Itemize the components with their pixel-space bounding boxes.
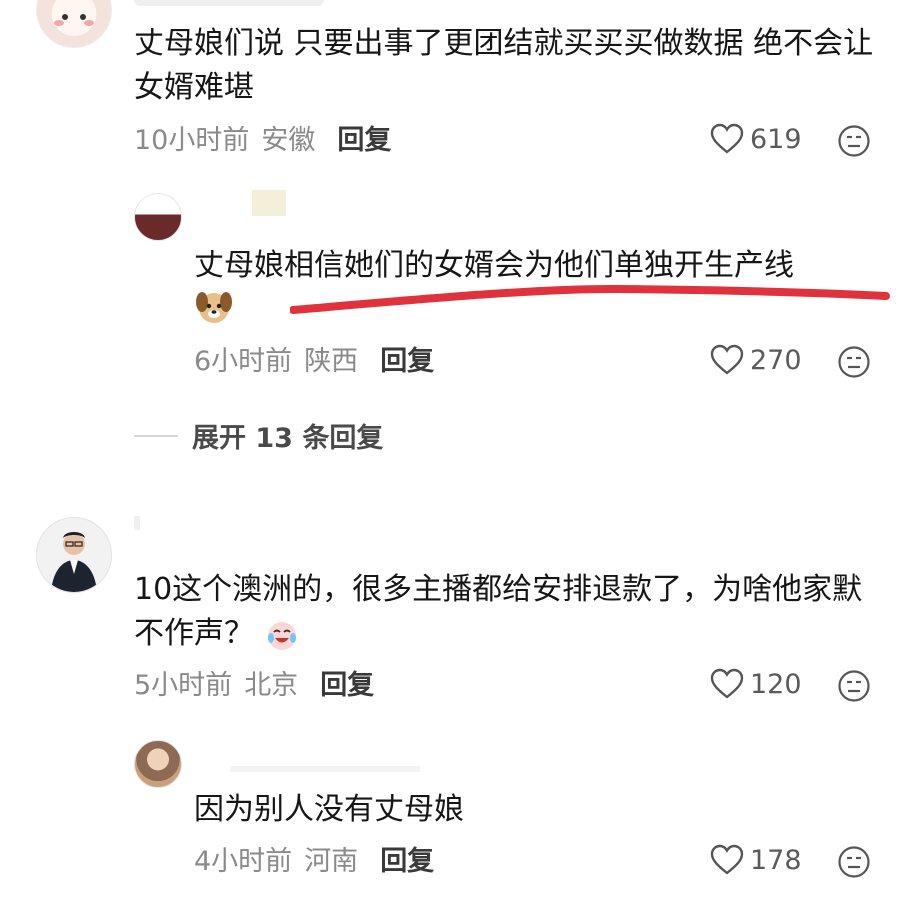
heart-icon [710, 344, 744, 375]
avatar-face-icon [54, 14, 94, 26]
avatar[interactable] [36, 0, 112, 48]
like-count: 120 [750, 668, 802, 700]
heart-icon [710, 668, 744, 699]
person-avatar-icon [51, 532, 97, 592]
comment-location: 安徽 [261, 125, 316, 156]
reply-text-content: 丈母娘相信她们的女婿会为他们单独开生产线 [194, 248, 794, 283]
reply-time: 4小时前 [194, 846, 293, 877]
reply-meta: 4小时前 河南 回复 [194, 844, 434, 880]
comment-time: 5小时前 [134, 670, 233, 701]
crying-laughing-emoji [267, 621, 296, 650]
divider-line [134, 434, 178, 437]
avatar[interactable] [36, 517, 112, 593]
comment-text-content: 10这个澳洲的，很多主播都给安排退款了，为啥他家默不作声？ [134, 572, 863, 651]
heart-icon [710, 123, 744, 154]
dislike-face-icon[interactable] [837, 669, 871, 703]
dislike-face-icon[interactable] [837, 345, 871, 379]
like-button[interactable]: 120 [710, 668, 802, 700]
comment-meta: 10小时前 安徽 回复 [134, 123, 391, 159]
dog-face-emoji [196, 292, 232, 323]
username-bar [134, 516, 140, 530]
dislike-face-icon[interactable] [837, 124, 871, 158]
reply-button[interactable]: 回复 [380, 346, 434, 377]
reply-button[interactable]: 回复 [337, 125, 391, 156]
red-underline-annotation [290, 284, 890, 314]
comment-location: 北京 [244, 670, 299, 701]
expand-replies-button[interactable]: 展开 13 条回复 [134, 416, 383, 455]
like-count: 619 [750, 123, 802, 155]
reply-text: 丈母娘相信她们的女婿会为他们单独开生产线 [194, 244, 894, 288]
reply-meta: 6小时前 陕西 回复 [194, 344, 434, 380]
reply-button[interactable]: 回复 [320, 670, 374, 701]
reply-location: 河南 [304, 846, 359, 877]
dislike-face-icon[interactable] [837, 845, 871, 879]
expand-replies-label: 展开 13 条回复 [192, 423, 384, 454]
username-bar [252, 190, 286, 216]
reply-button[interactable]: 回复 [380, 846, 434, 877]
username-bar [134, 0, 324, 6]
like-button[interactable]: 178 [710, 844, 802, 876]
like-count: 178 [750, 844, 802, 876]
like-button[interactable]: 619 [710, 123, 802, 155]
like-count: 270 [750, 344, 802, 376]
reply-location: 陕西 [304, 346, 359, 377]
reply-avatar[interactable] [134, 193, 182, 241]
comment-text: 丈母娘们说 只要出事了更团结就买买买做数据 绝不会让女婿难堪 [134, 26, 874, 105]
heart-icon [710, 844, 744, 875]
reply-avatar[interactable] [134, 740, 182, 788]
reply-time: 6小时前 [194, 346, 293, 377]
comment-meta: 5小时前 北京 回复 [134, 668, 374, 704]
comment-time: 10小时前 [134, 125, 250, 156]
username-bar [230, 766, 420, 772]
reply-text: 因为别人没有丈母娘 [194, 792, 464, 827]
comment-text: 10这个澳洲的，很多主播都给安排退款了，为啥他家默不作声？ [134, 568, 874, 656]
like-button[interactable]: 270 [710, 344, 802, 376]
